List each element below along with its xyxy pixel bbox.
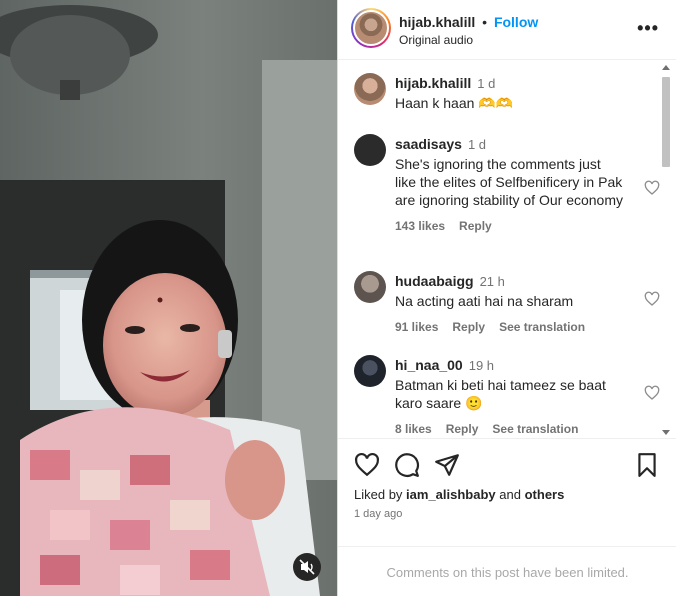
comments-list: hijab.khalill 1 d Haan k haan 🫶🫶 saadisay… [338, 61, 676, 439]
comment-meta: 143 likes Reply [395, 219, 625, 233]
post-date[interactable]: 1 day ago [354, 508, 402, 520]
muted-speaker-icon [299, 559, 315, 575]
scroll-up-arrow-icon[interactable] [662, 65, 670, 70]
comment-time: 1 d [467, 137, 487, 152]
liked-by-others-link[interactable]: others [525, 487, 565, 502]
like-count[interactable]: 91 likes [395, 320, 438, 334]
commenter-username[interactable]: hi_naa_00 [395, 357, 463, 373]
comment-item: saadisays 1 d She's ignoring the comments… [354, 134, 660, 254]
comments-scrollbar[interactable] [660, 63, 672, 437]
comment-icon[interactable] [394, 452, 420, 478]
more-options-icon[interactable]: ••• [637, 18, 659, 39]
comment-time: 1 d [477, 76, 496, 91]
video-frame-illustration [0, 0, 337, 596]
comment-text: She's ignoring the comments just like th… [395, 156, 623, 208]
liked-by-user-link[interactable]: iam_alishbaby [406, 487, 496, 502]
comment-body: hi_naa_00 19 h Batman ki beti hai tameez … [395, 355, 625, 436]
reply-link[interactable]: Reply [459, 219, 492, 233]
commenter-username[interactable]: hudaabaigg [395, 273, 474, 289]
comment-text: Batman ki beti hai tameez se baat karo s… [395, 377, 606, 411]
comment-text: Haan k haan 🫶🫶 [395, 95, 514, 111]
post-actions [354, 452, 664, 480]
bookmark-icon[interactable] [634, 452, 660, 478]
comment-header: hi_naa_00 19 h [395, 355, 625, 376]
comment-item: hijab.khalill 1 d Haan k haan 🫶🫶 [354, 73, 654, 113]
share-icon[interactable] [434, 452, 460, 478]
scroll-down-arrow-icon[interactable] [662, 430, 670, 435]
post-details-panel: hijab.khalill • Follow Original audio ••… [337, 0, 676, 596]
liked-by-text: Liked by iam_alishbaby and others [354, 487, 564, 502]
see-translation-link[interactable]: See translation [499, 320, 585, 334]
comment-header: saadisays 1 d [395, 134, 625, 155]
heart-icon[interactable] [354, 452, 380, 478]
comment-item: hudaabaigg 21 h Na acting aati hai na sha… [354, 271, 660, 341]
commenter-username[interactable]: saadisays [395, 136, 462, 152]
scroll-thumb[interactable] [662, 77, 670, 167]
comment-like-heart-icon[interactable] [644, 291, 660, 307]
reply-link[interactable]: Reply [446, 422, 479, 436]
author-avatar[interactable] [351, 8, 391, 48]
mute-button[interactable] [293, 553, 321, 581]
commenter-avatar[interactable] [354, 355, 386, 387]
comment-header: hudaabaigg 21 h [395, 271, 625, 292]
separator-dot: • [482, 14, 488, 30]
audio-label[interactable]: Original audio [399, 33, 473, 47]
comment-body: hudaabaigg 21 h Na acting aati hai na sha… [395, 271, 625, 334]
comment-text: Na acting aati hai na sharam [395, 293, 574, 309]
commenter-avatar[interactable] [354, 134, 386, 166]
comment-time: 21 h [479, 274, 505, 289]
commenter-avatar[interactable] [354, 271, 386, 303]
commenter-avatar[interactable] [354, 73, 386, 105]
author-row: hijab.khalill • Follow [399, 14, 538, 30]
liked-by-and: and [499, 487, 521, 502]
post-video[interactable] [0, 0, 337, 596]
comment-like-heart-icon[interactable] [644, 385, 660, 401]
comments-limited-notice: Comments on this post have been limited. [338, 546, 676, 596]
post-header: hijab.khalill • Follow Original audio ••… [338, 0, 676, 60]
comment-like-heart-icon[interactable] [644, 180, 660, 196]
comment-header: hijab.khalill 1 d [395, 73, 625, 94]
author-username[interactable]: hijab.khalill [399, 14, 475, 30]
see-translation-link[interactable]: See translation [492, 422, 578, 436]
comment-body: hijab.khalill 1 d Haan k haan 🫶🫶 [395, 73, 625, 112]
comment-body: saadisays 1 d She's ignoring the comments… [395, 134, 625, 233]
liked-by-prefix: Liked by [354, 487, 403, 502]
like-count[interactable]: 8 likes [395, 422, 432, 436]
like-count[interactable]: 143 likes [395, 219, 445, 233]
comment-meta: 8 likes Reply See translation [395, 422, 625, 436]
comment-item: hi_naa_00 19 h Batman ki beti hai tameez … [354, 355, 660, 438]
comment-meta: 91 likes Reply See translation [395, 320, 625, 334]
commenter-username[interactable]: hijab.khalill [395, 75, 471, 91]
reply-link[interactable]: Reply [452, 320, 485, 334]
comment-time: 19 h [468, 358, 495, 373]
follow-button[interactable]: Follow [494, 14, 538, 30]
